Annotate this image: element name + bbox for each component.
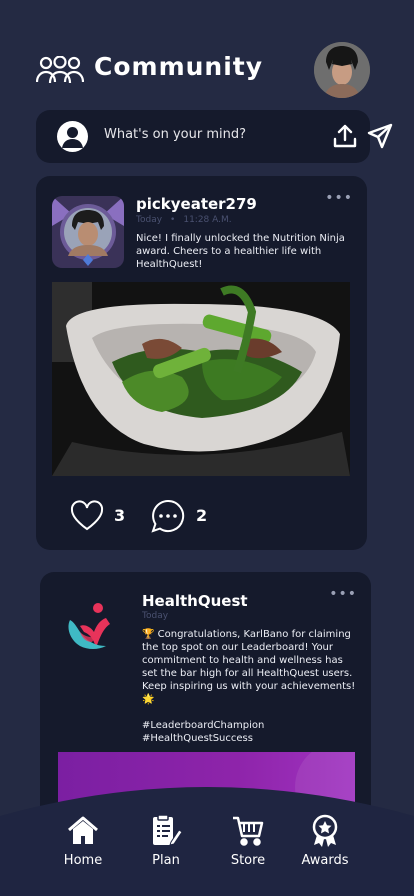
people-group-icon: [36, 56, 84, 84]
more-options-icon[interactable]: •••: [329, 586, 357, 602]
clipboard-plan-icon: [153, 814, 183, 846]
nav-label-plan: Plan: [152, 853, 180, 868]
page-header: Community: [0, 38, 414, 102]
nav-item-home[interactable]: Home: [48, 814, 118, 868]
post-body: 🏆 Congratulations, KarlBano for claiming…: [142, 629, 356, 744]
post-time: 11:28 A.M.: [183, 215, 232, 225]
upload-icon[interactable]: [332, 123, 358, 149]
post-day: Today: [142, 611, 169, 621]
post-username[interactable]: pickyeater279: [136, 195, 257, 213]
post-composer[interactable]: What's on your mind?: [36, 110, 393, 163]
post-day: Today: [136, 215, 163, 225]
user-circle-icon: [57, 121, 88, 152]
meta-separator: •: [170, 215, 176, 225]
post-username[interactable]: HealthQuest: [142, 592, 248, 610]
page-title: Community: [94, 52, 264, 81]
post-photo[interactable]: [52, 282, 350, 476]
post-card[interactable]: ••• pickyeater279 Today • 11:28 A.M. Nice!…: [36, 176, 367, 550]
nav-label-awards: Awards: [301, 853, 349, 868]
bottom-navigation: Home Plan Store Awards: [0, 778, 414, 896]
composer-placeholder[interactable]: What's on your mind?: [104, 127, 246, 142]
shopping-cart-icon: [233, 816, 264, 846]
user-avatar[interactable]: [314, 42, 370, 98]
nav-item-awards[interactable]: Awards: [290, 814, 360, 868]
heart-icon[interactable]: [70, 500, 104, 532]
nav-label-home: Home: [63, 853, 103, 868]
comment-count: 2: [196, 506, 208, 525]
more-options-icon[interactable]: •••: [325, 190, 353, 206]
post-body: Nice! I finally unlocked the Nutrition N…: [136, 233, 345, 270]
healthquest-logo: [68, 603, 110, 649]
nav-item-store[interactable]: Store: [213, 814, 283, 868]
comment-bubble-icon[interactable]: [150, 498, 186, 534]
post-timestamp: Today • 11:28 A.M.: [136, 215, 232, 225]
home-icon: [68, 816, 98, 844]
send-icon[interactable]: [367, 123, 393, 149]
nav-item-plan[interactable]: Plan: [131, 814, 201, 868]
nav-label-store: Store: [230, 853, 266, 868]
post-author-avatar[interactable]: [52, 196, 124, 268]
like-count: 3: [114, 506, 126, 525]
award-medal-icon: [312, 814, 338, 847]
